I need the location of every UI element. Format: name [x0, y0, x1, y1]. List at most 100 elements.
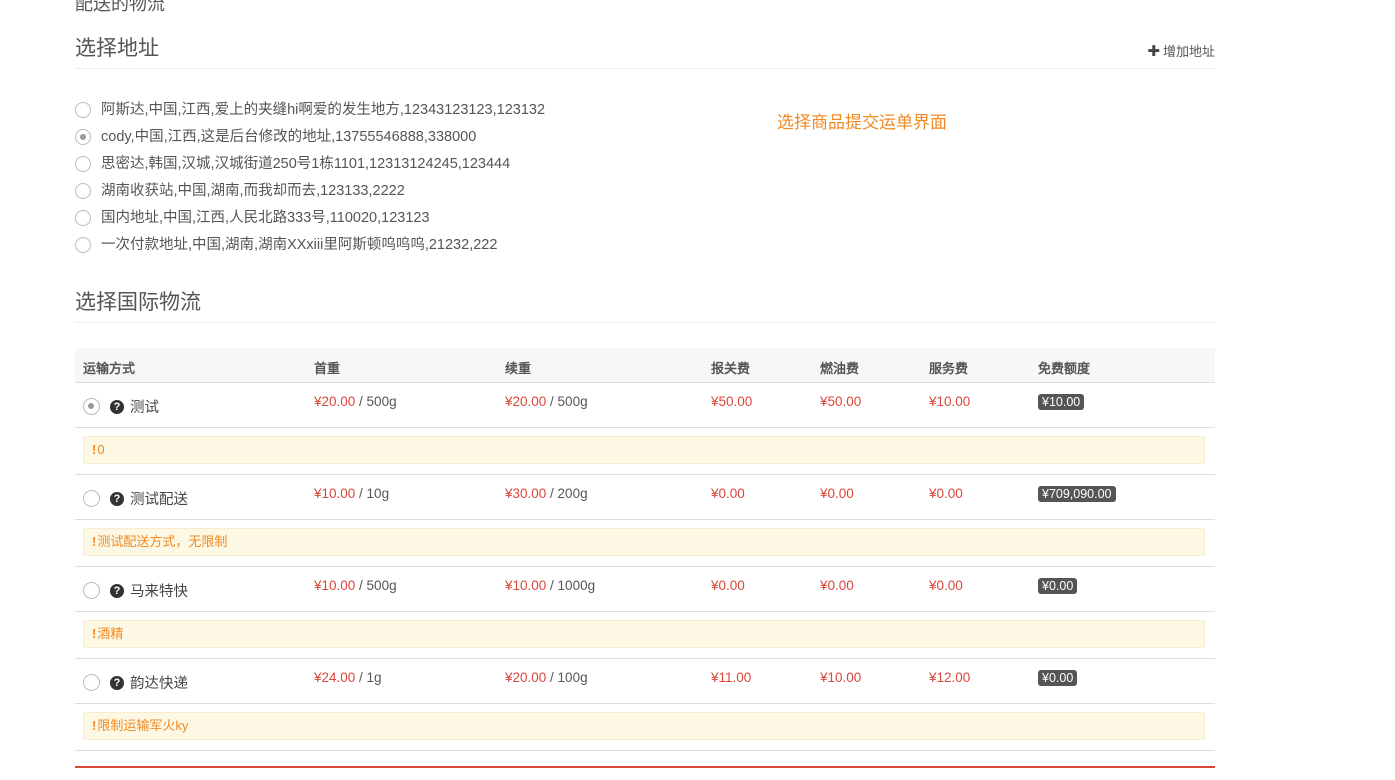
free-quota-badge: ¥0.00 — [1038, 670, 1078, 686]
address-radio[interactable] — [75, 128, 91, 145]
table-header: 运输方式 首重 续重 报关费 燃油费 服务费 免费额度 — [75, 348, 1215, 383]
header-service-fee: 服务费 — [929, 361, 969, 376]
bottom-divider — [75, 766, 1215, 768]
restriction-note-text: 酒精 — [97, 626, 124, 641]
service-fee-cell: ¥0.00 — [929, 578, 963, 593]
first-weight-unit: / 500g — [355, 578, 397, 593]
method-cell[interactable]: ? 韵达快递 — [83, 672, 188, 693]
table-row[interactable]: ? 测试配送 ¥10.00 / 10g ¥30.00 / 200g ¥0.00 ¥0.00… — [75, 475, 1215, 520]
continued-weight-price: ¥10.00 — [505, 578, 547, 593]
continued-weight-cell: ¥30.00 / 200g — [505, 486, 588, 501]
add-address-label: 增加地址 — [1162, 44, 1215, 59]
address-item[interactable]: 阿斯达,中国,江西,爱上的夹缝hi啊爱的发生地方,12343123123,123… — [75, 96, 775, 123]
customs-fee-cell: ¥0.00 — [711, 578, 745, 593]
page: 配送的物流 选择地址 ✚ 增加地址 阿斯达,中国,江西,爱上的夹缝hi啊爱的发生地… — [0, 0, 1395, 780]
method-radio[interactable] — [83, 582, 100, 599]
customs-fee-cell: ¥50.00 — [711, 394, 753, 409]
table-row[interactable]: ? 马来特快 ¥10.00 / 500g ¥10.00 / 1000g ¥0.00 ¥0.… — [75, 567, 1215, 612]
address-list: 阿斯达,中国,江西,爱上的夹缝hi啊爱的发生地方,12343123123,123… — [75, 96, 775, 258]
free-quota-badge: ¥0.00 — [1038, 578, 1078, 594]
plus-icon: ✚ — [1147, 43, 1160, 60]
address-radio[interactable] — [75, 209, 91, 226]
method-cell[interactable]: ? 测试配送 — [83, 488, 188, 509]
question-circle-icon[interactable]: ? — [110, 583, 124, 598]
address-radio[interactable] — [75, 155, 91, 172]
note-row: !酒精 — [75, 612, 1215, 659]
fuel-fee-cell: ¥10.00 — [820, 670, 862, 685]
continued-weight-cell: ¥20.00 / 500g — [505, 394, 588, 409]
notice-text: 选择商品提交运单界面 — [777, 113, 947, 132]
header-fuel-fee: 燃油费 — [820, 361, 860, 376]
cut-off-title: 配送的物流 — [75, 0, 165, 14]
address-item[interactable]: 思密达,韩国,汉城,汉城街道250号1栋1101,12313124245,123… — [75, 150, 775, 177]
continued-weight-unit: / 100g — [546, 670, 588, 685]
header-customs-fee: 报关费 — [711, 361, 751, 376]
address-item[interactable]: 一次付款地址,中国,湖南,湖南XXxiii里阿斯顿呜呜呜,21232,222 — [75, 231, 775, 258]
exclamation-icon: ! — [92, 442, 97, 457]
address-section-title: 选择地址 — [75, 37, 159, 60]
address-radio[interactable] — [75, 101, 91, 118]
free-quota-cell: ¥10.00 — [1038, 394, 1085, 410]
logistics-section-header: 选择国际物流 — [75, 289, 1215, 323]
continued-weight-unit: / 200g — [546, 486, 588, 501]
address-text: 阿斯达,中国,江西,爱上的夹缝hi啊爱的发生地方,12343123123,123… — [101, 101, 546, 118]
restriction-note-text: 0 — [97, 442, 105, 457]
method-cell[interactable]: ? 测试 — [83, 396, 159, 417]
service-fee-cell: ¥10.00 — [929, 394, 971, 409]
method-radio[interactable] — [83, 398, 100, 415]
address-text: 思密达,韩国,汉城,汉城街道250号1栋1101,12313124245,123… — [101, 155, 511, 172]
address-text: 一次付款地址,中国,湖南,湖南XXxiii里阿斯顿呜呜呜,21232,222 — [101, 236, 498, 253]
first-weight-cell: ¥24.00 / 1g — [314, 670, 382, 685]
address-radio[interactable] — [75, 182, 91, 199]
service-fee-cell: ¥12.00 — [929, 670, 971, 685]
restriction-note: !测试配送方式，无限制 — [83, 528, 1205, 556]
continued-weight-unit: / 500g — [546, 394, 588, 409]
address-section-header: 选择地址 ✚ 增加地址 — [75, 35, 1215, 69]
method-radio[interactable] — [83, 674, 100, 691]
address-text: 湖南收获站,中国,湖南,而我却而去,123133,2222 — [101, 182, 405, 199]
restriction-note: !0 — [83, 436, 1205, 464]
header-free-quota: 免费额度 — [1038, 361, 1091, 376]
fuel-fee-cell: ¥0.00 — [820, 578, 854, 593]
header-first-weight: 首重 — [314, 361, 341, 376]
table-row[interactable]: ? 测试 ¥20.00 / 500g ¥20.00 / 500g ¥50.00 ¥50.0… — [75, 383, 1215, 428]
address-item[interactable]: 国内地址,中国,江西,人民北路333号,110020,123123 — [75, 204, 775, 231]
note-row: !0 — [75, 428, 1215, 475]
address-text: 国内地址,中国,江西,人民北路333号,110020,123123 — [101, 209, 430, 226]
method-name: 测试 — [130, 400, 159, 416]
note-row: !限制运输军火ky — [75, 704, 1215, 751]
method-name: 马来特快 — [130, 584, 188, 600]
method-cell[interactable]: ? 马来特快 — [83, 580, 188, 601]
restriction-note: !酒精 — [83, 620, 1205, 648]
first-weight-cell: ¥10.00 / 500g — [314, 578, 397, 593]
continued-weight-unit: / 1000g — [546, 578, 596, 593]
add-address-button[interactable]: ✚ 增加地址 — [1147, 41, 1215, 60]
free-quota-cell: ¥0.00 — [1038, 670, 1078, 686]
continued-weight-cell: ¥10.00 / 1000g — [505, 578, 595, 593]
continued-weight-cell: ¥20.00 / 100g — [505, 670, 588, 685]
table-row[interactable]: ? 韵达快递 ¥24.00 / 1g ¥20.00 / 100g ¥11.00 ¥10.0… — [75, 659, 1215, 704]
free-quota-badge: ¥709,090.00 — [1038, 486, 1116, 502]
header-method: 运输方式 — [83, 361, 136, 376]
restriction-note-text: 限制运输军火ky — [97, 718, 189, 733]
address-item[interactable]: cody,中国,江西,这是后台修改的地址,13755546888,338000 — [75, 123, 775, 150]
question-circle-icon[interactable]: ? — [110, 675, 124, 690]
address-item[interactable]: 湖南收获站,中国,湖南,而我却而去,123133,2222 — [75, 177, 775, 204]
exclamation-icon: ! — [92, 534, 97, 549]
continued-weight-price: ¥20.00 — [505, 394, 547, 409]
first-weight-price: ¥20.00 — [314, 394, 356, 409]
customs-fee-cell: ¥0.00 — [711, 486, 745, 501]
exclamation-icon: ! — [92, 718, 97, 733]
address-radio[interactable] — [75, 236, 91, 253]
question-circle-icon[interactable]: ? — [110, 491, 124, 506]
fuel-fee-cell: ¥50.00 — [820, 394, 862, 409]
note-row: !测试配送方式，无限制 — [75, 520, 1215, 567]
question-circle-icon[interactable]: ? — [110, 399, 124, 414]
address-text: cody,中国,江西,这是后台修改的地址,13755546888,338000 — [101, 128, 477, 145]
logistics-table: 运输方式 首重 续重 报关费 燃油费 服务费 免费额度 ? 测试 ¥20.00 / … — [75, 348, 1215, 751]
first-weight-unit: / 1g — [355, 670, 382, 685]
table-body: ? 测试 ¥20.00 / 500g ¥20.00 / 500g ¥50.00 ¥50.0… — [75, 383, 1215, 751]
first-weight-cell: ¥10.00 / 10g — [314, 486, 389, 501]
method-radio[interactable] — [83, 490, 100, 507]
service-fee-cell: ¥0.00 — [929, 486, 963, 501]
